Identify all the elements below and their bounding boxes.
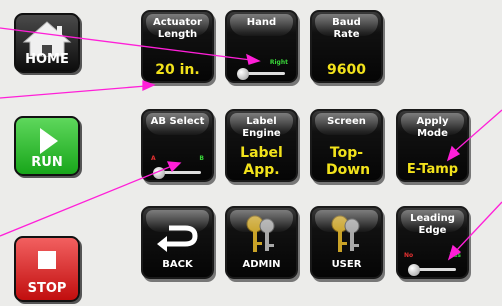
screen-title: Screen <box>327 116 366 127</box>
hand-title: Hand <box>246 17 277 28</box>
admin-label: ADMIN <box>242 259 281 270</box>
user-label: USER <box>331 259 362 270</box>
apply-mode-title: Apply Mode <box>416 116 449 139</box>
user-tile[interactable]: USER <box>310 206 383 279</box>
screen-tile[interactable]: Screen Top-Down <box>310 109 383 182</box>
ab-select-toggle-knob[interactable] <box>153 167 165 179</box>
leading-edge-tile[interactable]: Leading Edge No Yes <box>396 206 469 279</box>
actuator-length-tile[interactable]: Actuator Length 20 in. <box>141 10 214 83</box>
leading-edge-toggle-knob[interactable] <box>408 264 420 276</box>
stop-button[interactable]: STOP <box>14 236 80 302</box>
label-engine-title: Label Engine <box>242 116 281 139</box>
screen-value: Top-Down <box>326 145 371 178</box>
keys-icon <box>246 215 275 252</box>
ab-select-on-label: B <box>199 155 204 162</box>
stop-icon <box>38 251 56 269</box>
run-button[interactable]: RUN <box>14 116 80 176</box>
apply-mode-tile[interactable]: Apply Mode E-Tamp <box>396 109 469 182</box>
leading-edge-off-label: No <box>404 252 414 259</box>
admin-tile[interactable]: ADMIN <box>225 206 298 279</box>
label-engine-value: Label App. <box>240 145 283 178</box>
ab-select-tile[interactable]: AB Select A B <box>141 109 214 182</box>
hand-on-label: Right <box>269 59 288 66</box>
play-icon <box>40 128 58 154</box>
hand-toggle-knob[interactable] <box>237 68 249 80</box>
baud-rate-title: Baud Rate <box>332 17 361 40</box>
back-label: BACK <box>162 259 193 270</box>
run-label: RUN <box>31 155 63 170</box>
back-arrow-icon <box>157 225 198 252</box>
leading-edge-title: Leading Edge <box>410 213 455 236</box>
actuator-length-value: 20 in. <box>155 62 200 78</box>
actuator-length-title: Actuator Length <box>153 17 202 40</box>
baud-rate-value: 9600 <box>327 62 366 78</box>
leading-edge-on-label: Yes <box>449 252 461 259</box>
apply-mode-value: E-Tamp <box>406 162 459 177</box>
home-label: HOME <box>25 52 69 67</box>
baud-rate-tile[interactable]: Baud Rate 9600 <box>310 10 383 83</box>
home-button[interactable]: HOME <box>14 13 80 73</box>
hand-tile[interactable]: Hand Right <box>225 10 298 83</box>
keys-icon <box>331 215 360 252</box>
ab-select-off-label: A <box>151 155 156 162</box>
label-engine-tile[interactable]: Label Engine Label App. <box>225 109 298 182</box>
ab-select-title: AB Select <box>150 116 205 127</box>
stop-label: STOP <box>27 281 67 296</box>
back-tile[interactable]: BACK <box>141 206 214 279</box>
